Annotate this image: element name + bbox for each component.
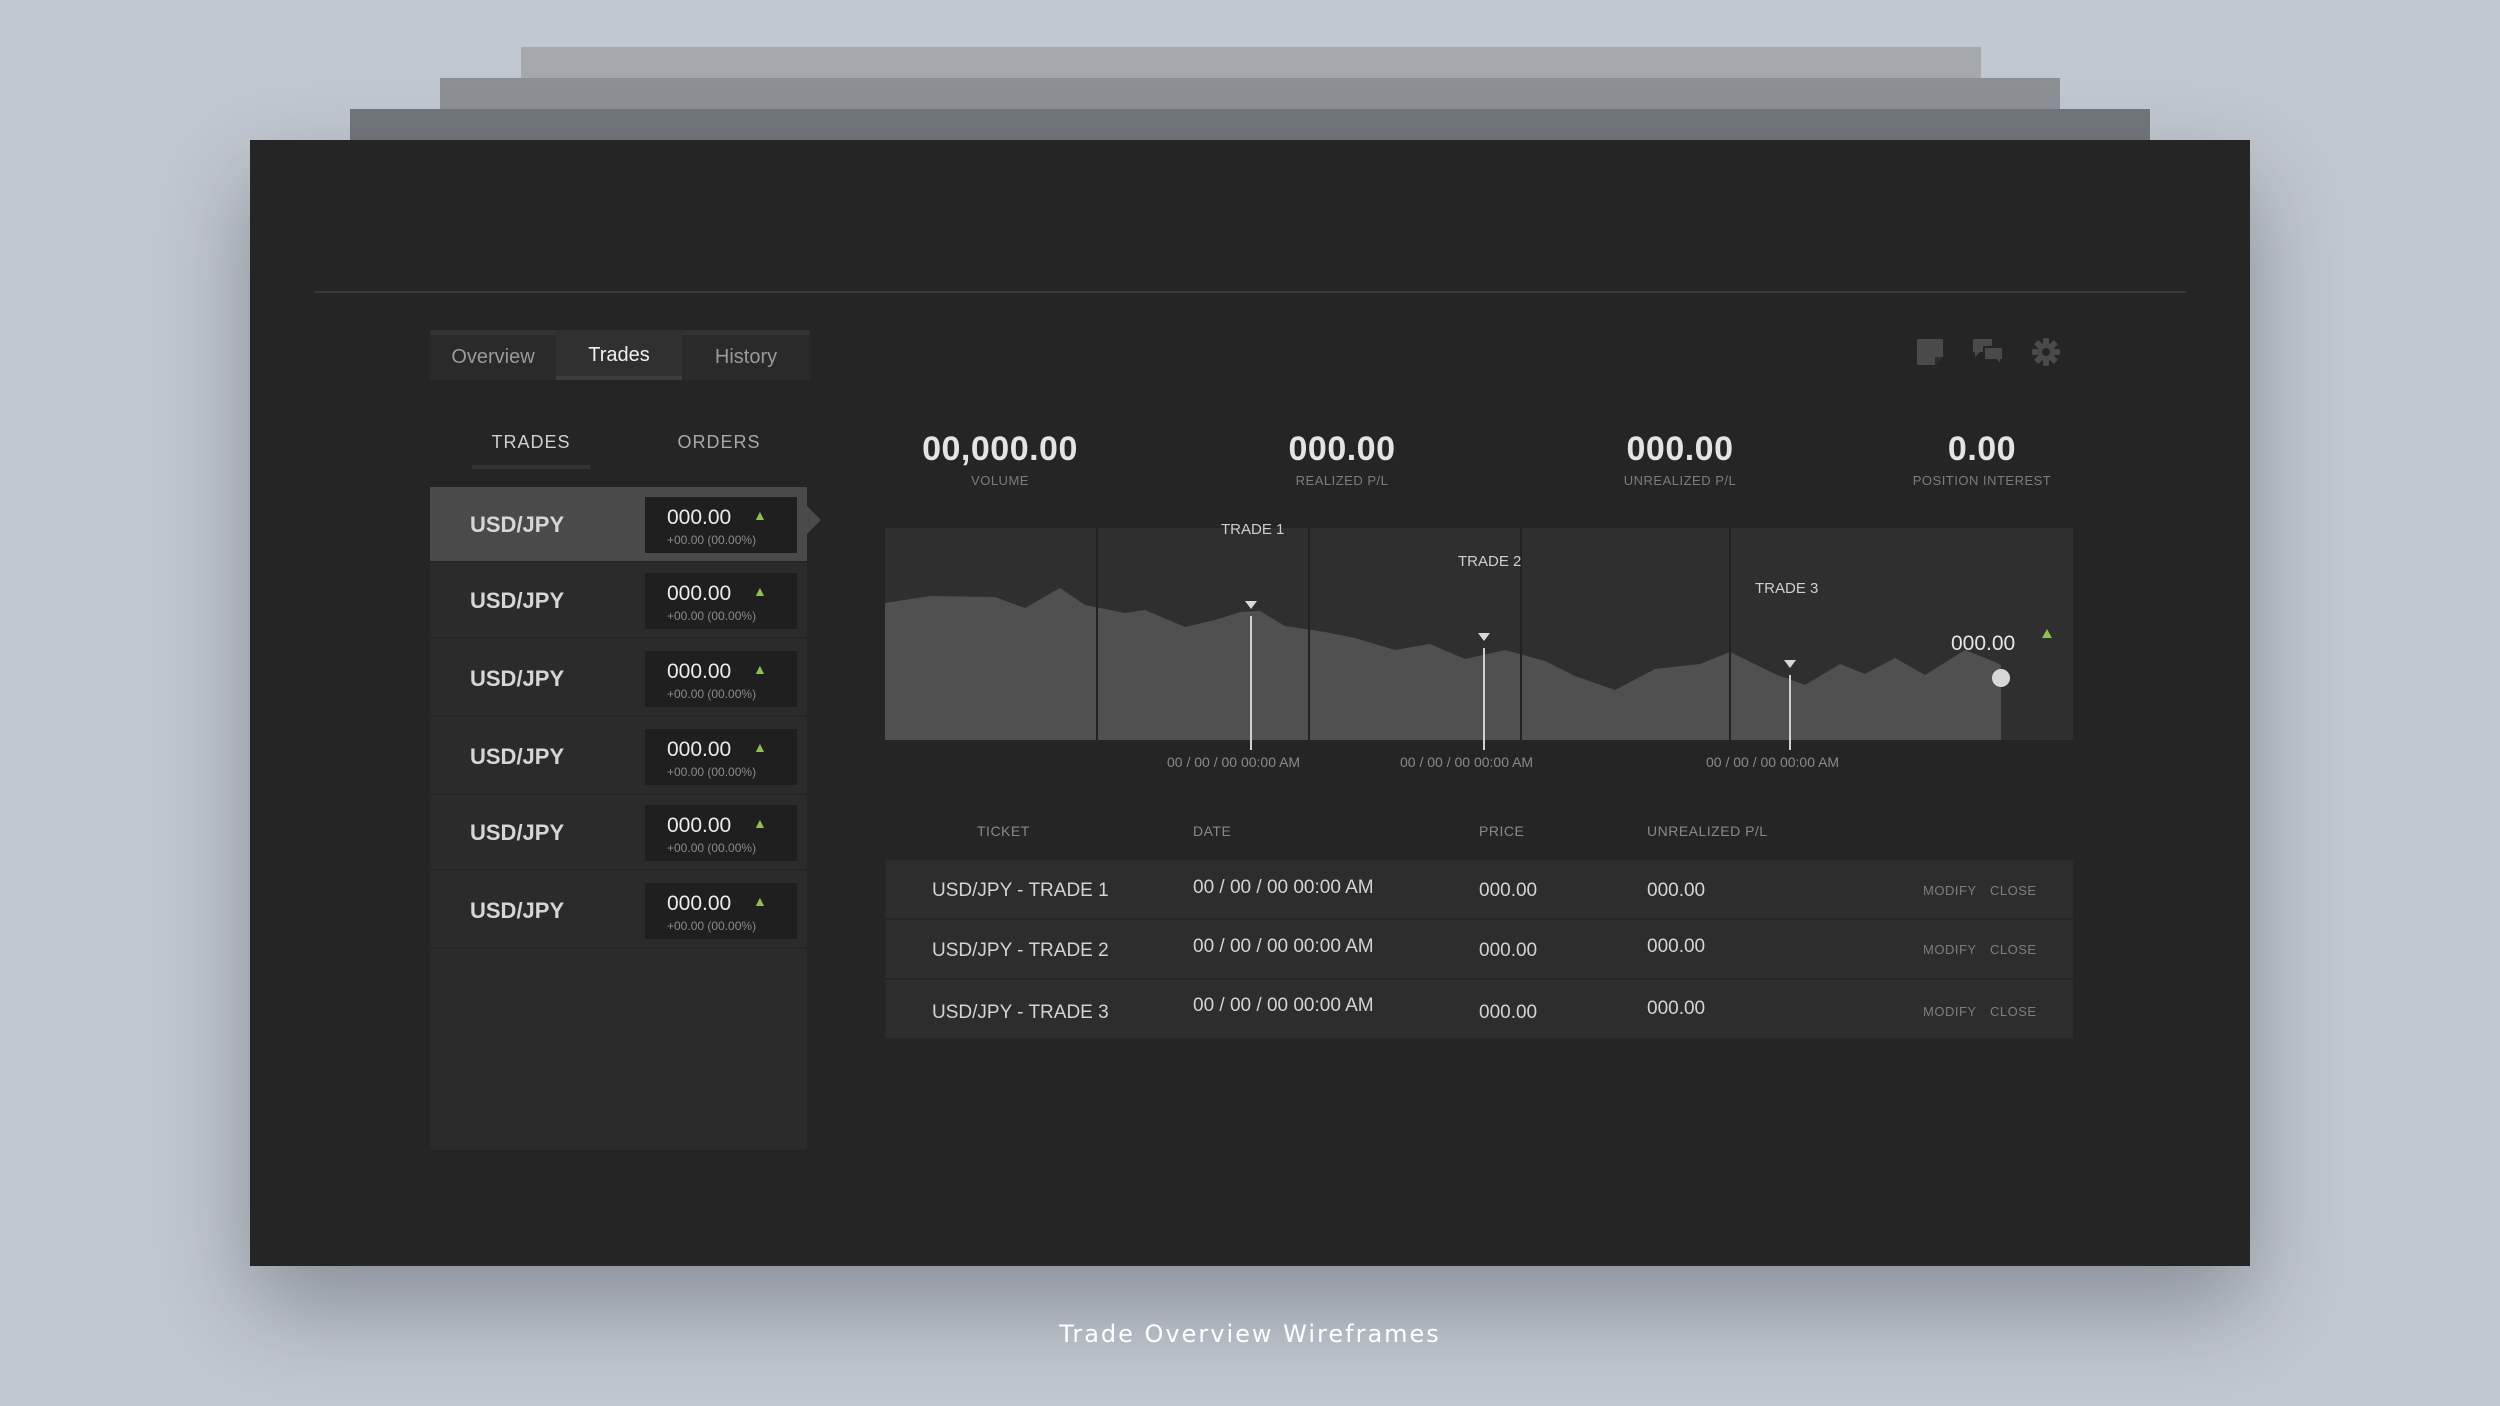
stat-value: 000.00 <box>1288 430 1396 468</box>
up-arrow-icon: ▲ <box>753 739 767 755</box>
price-chart: TRADE 1 TRADE 2 TRADE 3 000.00 00 / 00 /… <box>885 521 2073 790</box>
subtab-trades[interactable]: TRADES <box>472 432 590 469</box>
price-change: +00.00 (00.00%) <box>667 533 757 547</box>
price-value: 000.00 <box>667 892 732 915</box>
modify-button[interactable]: MODIFY <box>1923 1004 1977 1019</box>
subtab-orders[interactable]: ORDERS <box>660 432 778 453</box>
price-box: 000.00 ▲ +00.00 (00.00%) <box>645 573 797 629</box>
up-arrow-icon: ▲ <box>753 583 767 599</box>
stat-value: 0.00 <box>1947 430 2017 468</box>
price-cell: 000.00 <box>1479 940 1538 961</box>
pair-label: USD/JPY <box>470 820 565 845</box>
price-value: 000.00 <box>667 814 732 837</box>
list-item[interactable]: USD/JPY 000.00 ▲ +00.00 (00.00%) <box>430 795 807 871</box>
note-icon[interactable] <box>1914 336 1946 368</box>
up-arrow-icon: ▲ <box>753 815 767 831</box>
date-cell: 00 / 00 / 00 00:00 AM <box>1193 877 1374 898</box>
stat-value: 00,000.00 <box>922 430 1078 468</box>
ticket-cell: USD/JPY - TRADE 3 <box>932 1002 1109 1023</box>
date-cell: 00 / 00 / 00 00:00 AM <box>1193 995 1374 1016</box>
stat-label: REALIZED P/L <box>1295 473 1389 488</box>
trade-3-label: TRADE 3 <box>1755 580 1819 597</box>
up-arrow-icon: ▲ <box>753 893 767 909</box>
table-row[interactable]: USD/JPY - TRADE 1 00 / 00 / 00 00:00 AM … <box>885 860 2073 920</box>
pl-cell: 000.00 <box>1647 936 1706 957</box>
stat-realized-pl: 000.00 REALIZED P/L <box>1222 430 1462 488</box>
modify-button[interactable]: MODIFY <box>1923 883 1977 898</box>
modify-button[interactable]: MODIFY <box>1923 942 1977 957</box>
price-box: 000.00 ▲ +00.00 (00.00%) <box>645 729 797 785</box>
chat-icon[interactable] <box>1972 336 2004 368</box>
chart-date-label: 00 / 00 / 00 00:00 AM <box>1167 754 1301 770</box>
price-change: +00.00 (00.00%) <box>667 841 757 855</box>
header-date: DATE <box>1193 823 1232 839</box>
stat-label: POSITION INTEREST <box>1912 473 2052 488</box>
pair-label: USD/JPY <box>470 588 565 613</box>
page-caption: Trade Overview Wireframes <box>1059 1320 1441 1348</box>
price-box: 000.00 ▲ +00.00 (00.00%) <box>645 651 797 707</box>
header-divider <box>314 291 2186 293</box>
price-box: 000.00 ▲ +00.00 (00.00%) <box>645 883 797 939</box>
close-button[interactable]: CLOSE <box>1990 883 2037 898</box>
close-button[interactable]: CLOSE <box>1990 1004 2037 1019</box>
table-row[interactable]: USD/JPY - TRADE 3 00 / 00 / 00 00:00 AM … <box>885 980 2073 1040</box>
chart-date-label: 00 / 00 / 00 00:00 AM <box>1400 754 1534 770</box>
current-value-label: 000.00 <box>1951 632 2016 655</box>
header-ticket: TICKET <box>977 823 1030 839</box>
price-value: 000.00 <box>667 506 732 529</box>
list-item[interactable]: USD/JPY 000.00 ▲ +00.00 (00.00%) <box>430 719 807 795</box>
price-change: +00.00 (00.00%) <box>667 765 757 779</box>
pair-label: USD/JPY <box>470 666 565 691</box>
price-change: +00.00 (00.00%) <box>667 609 757 623</box>
date-cell: 00 / 00 / 00 00:00 AM <box>1193 936 1374 957</box>
stat-value: 000.00 <box>1626 430 1734 468</box>
pair-label: USD/JPY <box>470 512 565 537</box>
price-change: +00.00 (00.00%) <box>667 919 757 933</box>
pair-label: USD/JPY <box>470 898 565 923</box>
stat-label: UNREALIZED P/L <box>1623 473 1737 488</box>
toolbar-icons <box>1914 336 2062 368</box>
ticket-cell: USD/JPY - TRADE 2 <box>932 940 1109 961</box>
list-item[interactable]: USD/JPY 000.00 ▲ +00.00 (00.00%) <box>430 563 807 639</box>
gear-icon[interactable] <box>2030 336 2062 368</box>
stat-volume: 00,000.00 VOLUME <box>880 430 1120 488</box>
trade-2-label: TRADE 2 <box>1458 553 1522 570</box>
main-tabs: Overview Trades History <box>430 330 810 380</box>
price-box: 000.00 ▲ +00.00 (00.00%) <box>645 805 797 861</box>
tab-trades[interactable]: Trades <box>556 330 682 380</box>
list-item[interactable]: USD/JPY 000.00 ▲ +00.00 (00.00%) <box>430 487 807 563</box>
list-item[interactable]: USD/JPY 000.00 ▲ +00.00 (00.00%) <box>430 873 807 949</box>
stat-label: VOLUME <box>971 473 1029 488</box>
price-cell: 000.00 <box>1479 1002 1538 1023</box>
price-value: 000.00 <box>667 582 732 605</box>
pair-label: USD/JPY <box>470 744 565 769</box>
current-price-dot <box>1992 669 2010 687</box>
header-price: PRICE <box>1479 823 1525 839</box>
instrument-list: USD/JPY 000.00 ▲ +00.00 (00.00%) USD/JPY… <box>430 487 807 1150</box>
trade-1-label: TRADE 1 <box>1221 521 1285 538</box>
chart-date-label: 00 / 00 / 00 00:00 AM <box>1706 754 1840 770</box>
stat-unrealized-pl: 000.00 UNREALIZED P/L <box>1560 430 1800 488</box>
list-item[interactable]: USD/JPY 000.00 ▲ +00.00 (00.00%) <box>430 641 807 717</box>
up-arrow-icon: ▲ <box>753 507 767 523</box>
price-change: +00.00 (00.00%) <box>667 687 757 701</box>
header-unrealized-pl: UNREALIZED P/L <box>1647 823 1768 839</box>
tab-overview[interactable]: Overview <box>430 330 556 380</box>
pl-cell: 000.00 <box>1647 998 1706 1019</box>
active-item-pointer <box>807 506 821 534</box>
pl-cell: 000.00 <box>1647 880 1706 901</box>
price-value: 000.00 <box>667 738 732 761</box>
tab-history[interactable]: History <box>682 330 810 380</box>
stat-position-interest: 0.00 POSITION INTEREST <box>1862 430 2102 488</box>
price-value: 000.00 <box>667 660 732 683</box>
ticket-cell: USD/JPY - TRADE 1 <box>932 880 1109 901</box>
up-arrow-icon: ▲ <box>753 661 767 677</box>
price-box: 000.00 ▲ +00.00 (00.00%) <box>645 497 797 553</box>
table-row[interactable]: USD/JPY - TRADE 2 00 / 00 / 00 00:00 AM … <box>885 920 2073 980</box>
close-button[interactable]: CLOSE <box>1990 942 2037 957</box>
price-cell: 000.00 <box>1479 880 1538 901</box>
